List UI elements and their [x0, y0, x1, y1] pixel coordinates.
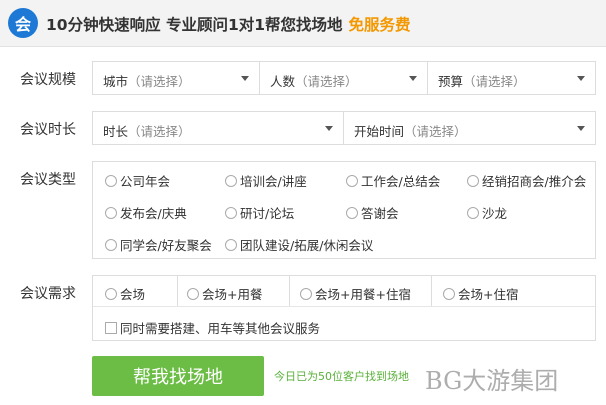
needs-option-venue[interactable]: 会场: [105, 284, 145, 303]
people-select[interactable]: 人数（请选择）: [259, 61, 428, 95]
option-label: 会场+住宿: [458, 287, 519, 302]
radio-icon: [225, 238, 237, 251]
type-option-dealer[interactable]: 经销招商会/推介会: [467, 171, 586, 190]
option-label: 同学会/好友聚会: [120, 238, 212, 253]
chevron-down-icon: [577, 126, 585, 131]
option-label: 工作会/总结会: [361, 174, 441, 189]
start-time-placeholder: （请选择）: [404, 124, 467, 139]
city-label: 城市: [103, 74, 129, 89]
radio-icon: [467, 174, 479, 187]
radio-icon: [187, 287, 199, 300]
city-placeholder: （请选择）: [128, 74, 191, 89]
chevron-down-icon: [577, 76, 585, 81]
budget-select[interactable]: 预算（请选择）: [427, 61, 596, 95]
needs-option-venue-lodging[interactable]: 会场+住宿: [443, 284, 518, 303]
type-option-work[interactable]: 工作会/总结会: [346, 171, 440, 190]
header-title: 10分钟快速响应 专业顾问1对1帮您找场地 免服务费: [46, 13, 411, 35]
meeting-needs-group: 会场 会场+用餐 会场+用餐+住宿 会场+住宿 同时需要搭建、用车等其他会议服务: [92, 275, 596, 341]
option-label: 发布会/庆典: [120, 206, 187, 221]
header-bar: 会 10分钟快速响应 专业顾问1对1帮您找场地 免服务费: [0, 0, 606, 47]
type-option-teambuilding[interactable]: 团队建设/拓展/休闲会议: [225, 235, 373, 254]
find-venue-button[interactable]: 帮我找场地: [92, 356, 264, 396]
radio-icon: [105, 287, 117, 300]
radio-icon: [346, 206, 358, 219]
duration-select[interactable]: 时长（请选择）: [92, 111, 344, 145]
option-label: 研讨/论坛: [240, 206, 295, 221]
start-time-label: 开始时间: [354, 124, 405, 139]
chevron-down-icon: [325, 126, 333, 131]
radio-icon: [225, 174, 237, 187]
radio-icon: [105, 238, 117, 251]
header-title-text: 10分钟快速响应 专业顾问1对1帮您找场地: [46, 16, 343, 34]
radio-icon: [300, 287, 312, 300]
start-time-select[interactable]: 开始时间（请选择）: [343, 111, 596, 145]
scale-label: 会议规模: [20, 72, 76, 88]
option-label: 公司年会: [120, 174, 171, 189]
needs-option-venue-dining[interactable]: 会场+用餐: [187, 284, 262, 303]
option-label: 会场+用餐+住宿: [315, 287, 411, 302]
customer-count-notice: 今日已为50位客户找到场地: [274, 370, 409, 383]
type-option-reunion[interactable]: 同学会/好友聚会: [105, 235, 212, 254]
checkbox-icon: [105, 321, 117, 334]
type-option-annual[interactable]: 公司年会: [105, 171, 170, 190]
type-option-thanks[interactable]: 答谢会: [346, 203, 399, 222]
duration-field-label: 时长: [103, 124, 129, 139]
option-label: 会场: [120, 287, 146, 302]
divider: [93, 306, 595, 307]
type-label: 会议类型: [20, 172, 76, 188]
meeting-type-group: 公司年会 培训会/讲座 工作会/总结会 经销招商会/推介会 发布会/庆典 研讨/…: [92, 161, 596, 259]
option-label: 沙龙: [482, 206, 508, 221]
divider: [431, 276, 432, 306]
extra-services-checkbox[interactable]: 同时需要搭建、用车等其他会议服务: [105, 318, 320, 337]
type-option-launch[interactable]: 发布会/庆典: [105, 203, 187, 222]
radio-icon: [105, 206, 117, 219]
divider: [289, 276, 290, 306]
radio-icon: [467, 206, 479, 219]
needs-label: 会议需求: [20, 286, 76, 302]
type-option-seminar[interactable]: 研讨/论坛: [225, 203, 294, 222]
budget-label: 预算: [438, 74, 464, 89]
city-select[interactable]: 城市（请选择）: [92, 61, 260, 95]
radio-icon: [225, 206, 237, 219]
chevron-down-icon: [241, 76, 249, 81]
option-label: 培训会/讲座: [240, 174, 307, 189]
option-label: 会场+用餐: [202, 287, 263, 302]
radio-icon: [105, 174, 117, 187]
people-placeholder: （请选择）: [295, 74, 358, 89]
option-label: 经销招商会/推介会: [482, 174, 587, 189]
option-label: 答谢会: [361, 206, 399, 221]
type-option-salon[interactable]: 沙龙: [467, 203, 507, 222]
people-label: 人数: [270, 74, 296, 89]
radio-icon: [346, 174, 358, 187]
needs-option-venue-dining-lodging[interactable]: 会场+用餐+住宿: [300, 284, 411, 303]
duration-label: 会议时长: [20, 122, 76, 138]
divider: [177, 276, 178, 306]
radio-icon: [443, 287, 455, 300]
chevron-down-icon: [409, 76, 417, 81]
option-label: 团队建设/拓展/休闲会议: [240, 238, 374, 253]
duration-placeholder: （请选择）: [128, 124, 191, 139]
budget-placeholder: （请选择）: [463, 74, 526, 89]
option-label: 同时需要搭建、用车等其他会议服务: [120, 321, 321, 336]
watermark-text: BG大游集团: [425, 367, 559, 395]
logo-icon: 会: [8, 8, 38, 38]
type-option-training[interactable]: 培训会/讲座: [225, 171, 307, 190]
free-service-text: 免服务费: [348, 16, 411, 34]
